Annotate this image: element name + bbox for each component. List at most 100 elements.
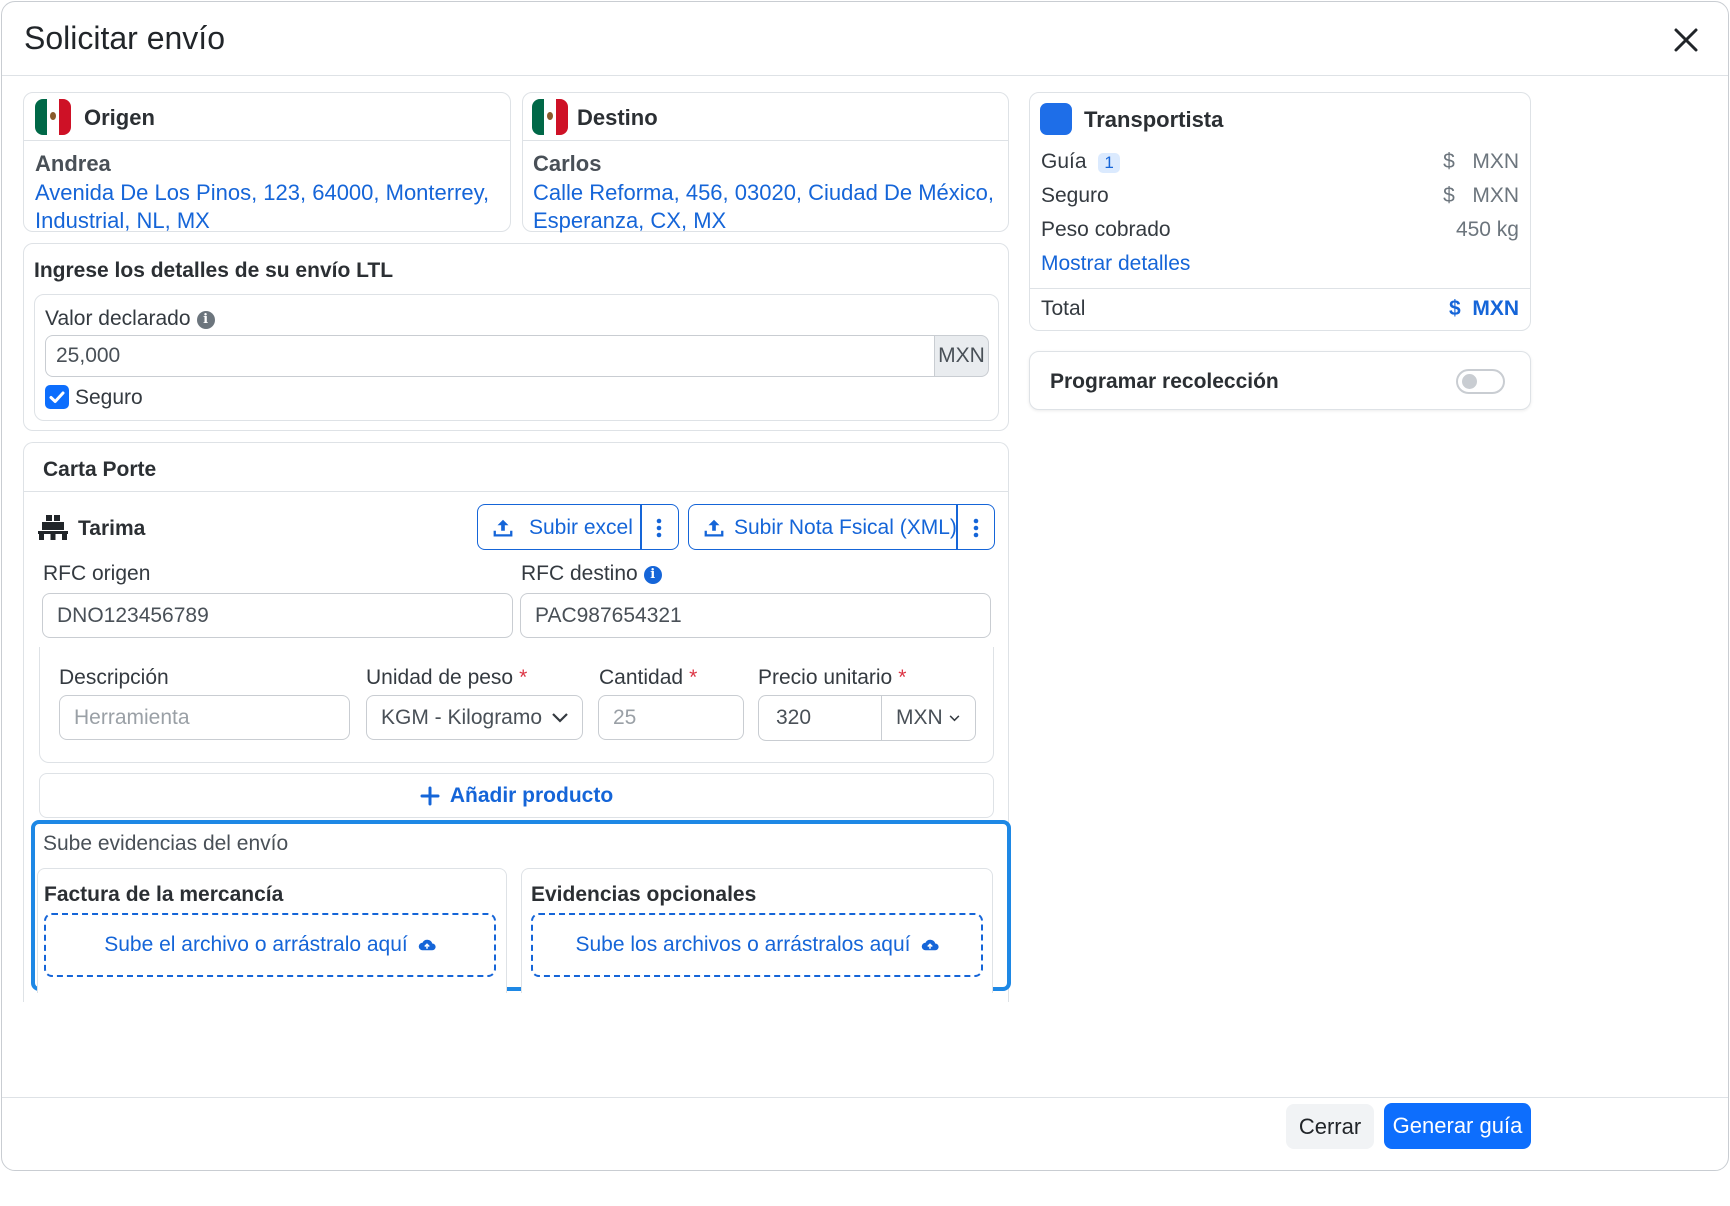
- evidence-title: Sube evidencias del envío: [43, 832, 289, 855]
- destination-title: Destino: [577, 105, 658, 130]
- chevron-down-icon: [949, 715, 960, 722]
- carta-porte-title: Carta Porte: [43, 458, 157, 481]
- product-row: Descripción Herramienta Unidad de peso * …: [39, 647, 994, 763]
- cloud-upload-icon: [418, 939, 436, 951]
- insurance-checkbox[interactable]: [45, 385, 69, 409]
- pallet-label: Tarima: [78, 517, 146, 540]
- carrier-card: Transportista Guía 1 $ MXN Seguro $ MXN …: [1029, 92, 1531, 331]
- pickup-label: Programar recolección: [1050, 370, 1279, 393]
- upload-excel-divider: [640, 505, 642, 549]
- weight-unit-select[interactable]: KGM - Kilogramo: [366, 695, 583, 740]
- close-button[interactable]: Cerrar: [1286, 1104, 1374, 1149]
- pickup-toggle[interactable]: [1456, 369, 1505, 394]
- invoice-drop-text: Sube el archivo o arrástralo aquí: [104, 933, 408, 956]
- total-row: Total $ MXN: [1041, 297, 1519, 321]
- carrier-insurance-row: Seguro $ MXN: [1041, 184, 1519, 208]
- currency-addon: MXN: [934, 335, 989, 377]
- unit-price-label: Precio unitario *: [758, 666, 906, 690]
- optional-evidence-dropzone[interactable]: Sube los archivos o arrástralos aquí: [531, 913, 983, 977]
- close-icon[interactable]: [1670, 24, 1702, 56]
- destination-card: Destino Carlos Calle Reforma, 456, 03020…: [522, 92, 1009, 234]
- mexico-flag-icon: [35, 99, 71, 135]
- origin-card: Origen Andrea Avenida De Los Pinos, 123,…: [23, 92, 511, 234]
- optional-drop-text: Sube los archivos o arrástralos aquí: [575, 933, 911, 956]
- info-icon[interactable]: i: [196, 311, 215, 329]
- upload-icon: [493, 519, 513, 537]
- invoice-title: Factura de la mercancía: [44, 883, 284, 906]
- generate-guide-button[interactable]: Generar guía: [1384, 1103, 1531, 1149]
- declared-value-text: Valor declarado: [45, 307, 191, 330]
- kebab-menu-icon[interactable]: [656, 518, 662, 538]
- destination-address-line2[interactable]: Esperanza, CX, MX: [533, 208, 726, 234]
- rfc-origin-input[interactable]: DNO123456789: [42, 593, 513, 638]
- guide-badge: 1: [1098, 153, 1120, 173]
- unit-price-text: Precio unitario: [758, 666, 893, 689]
- optional-evidence-card: Evidencias opcionales Sube los archivos …: [521, 868, 993, 993]
- shipment-modal: Solicitar envío Origen Andrea Avenida De…: [1, 1, 1729, 1171]
- description-input[interactable]: Herramienta: [59, 695, 350, 740]
- upload-icon: [704, 519, 724, 537]
- weight-unit-value: KGM - Kilogramo: [381, 705, 543, 729]
- total-label: Total: [1041, 297, 1086, 320]
- rfc-destination-input[interactable]: PAC987654321: [520, 593, 991, 638]
- destination-address-line1[interactable]: Calle Reforma, 456, 03020, Ciudad De Méx…: [533, 180, 994, 206]
- add-product-label: Añadir producto: [449, 783, 614, 807]
- show-details-link[interactable]: Mostrar detalles: [1041, 252, 1519, 276]
- add-product-button[interactable]: Añadir producto: [39, 773, 994, 818]
- description-label: Descripción: [59, 666, 169, 689]
- guide-row: Guía 1 $ MXN: [1041, 150, 1519, 174]
- weight-unit-text: Unidad de peso: [366, 666, 514, 689]
- carrier-title: Transportista: [1084, 107, 1224, 132]
- origin-title: Origen: [84, 105, 155, 130]
- carrier-insurance-value: $ MXN: [1443, 184, 1519, 207]
- quantity-label: Cantidad *: [599, 666, 697, 690]
- optional-evidence-title: Evidencias opcionales: [531, 883, 757, 906]
- upload-xml-button[interactable]: Subir Nota Fsical (XML): [688, 504, 995, 550]
- destination-name: Carlos: [533, 151, 602, 176]
- pallet-icon: [38, 515, 68, 540]
- weight-unit-label: Unidad de peso *: [366, 666, 527, 690]
- rfc-destination-label: RFC destino i: [521, 562, 662, 586]
- destination-header: Destino: [523, 93, 1008, 141]
- required-mark: *: [689, 666, 698, 689]
- charged-weight-row: Peso cobrado 450 kg: [1041, 218, 1519, 242]
- required-mark: *: [898, 666, 907, 689]
- origin-name: Andrea: [35, 151, 111, 176]
- carrier-insurance-label: Seguro: [1041, 184, 1109, 207]
- insurance-label: Seguro: [75, 386, 143, 409]
- unit-price-currency-select[interactable]: MXN: [881, 695, 976, 741]
- ltl-details-card: Ingrese los detalles de su envío LTL Val…: [23, 243, 1009, 431]
- quantity-input[interactable]: 25: [598, 695, 744, 740]
- modal-title: Solicitar envío: [24, 20, 225, 56]
- mexico-flag-icon: [532, 99, 568, 135]
- rfc-destination-text: RFC destino: [521, 562, 638, 585]
- info-icon[interactable]: i: [643, 566, 662, 584]
- carrier-logo: [1040, 103, 1072, 135]
- unit-price-currency-value: MXN: [896, 706, 943, 729]
- plus-icon: [420, 786, 440, 805]
- ltl-title: Ingrese los detalles de su envío LTL: [34, 259, 394, 282]
- carta-porte-header: Carta Porte: [24, 443, 1008, 492]
- origin-address-line1[interactable]: Avenida De Los Pinos, 123, 64000, Monter…: [35, 180, 489, 206]
- quantity-text: Cantidad: [599, 666, 684, 689]
- upload-excel-label: Subir excel: [529, 516, 633, 539]
- upload-excel-button[interactable]: Subir excel: [477, 504, 679, 550]
- chevron-down-icon: [552, 713, 568, 723]
- invoice-dropzone[interactable]: Sube el archivo o arrástralo aquí: [44, 913, 496, 977]
- charged-weight-label: Peso cobrado: [1041, 218, 1171, 241]
- required-mark: *: [519, 666, 528, 689]
- evidence-section: Sube evidencias del envío Factura de la …: [31, 820, 1011, 993]
- declared-value-label: Valor declarado i: [45, 307, 215, 331]
- modal-header: Solicitar envío: [2, 2, 1728, 76]
- toggle-knob: [1462, 374, 1477, 389]
- pickup-card: Programar recolección: [1029, 351, 1531, 410]
- declared-value-input[interactable]: 25,000: [45, 335, 935, 377]
- unit-price-input[interactable]: 320: [758, 695, 882, 741]
- charged-weight-value: 450 kg: [1455, 218, 1519, 241]
- total-value: $ MXN: [1448, 297, 1519, 320]
- origin-address-line2[interactable]: Industrial, NL, MX: [35, 208, 210, 234]
- kebab-menu-icon[interactable]: [973, 518, 979, 538]
- rfc-origin-label: RFC origen: [43, 562, 151, 585]
- check-icon: [49, 391, 65, 403]
- cloud-upload-icon: [921, 939, 939, 951]
